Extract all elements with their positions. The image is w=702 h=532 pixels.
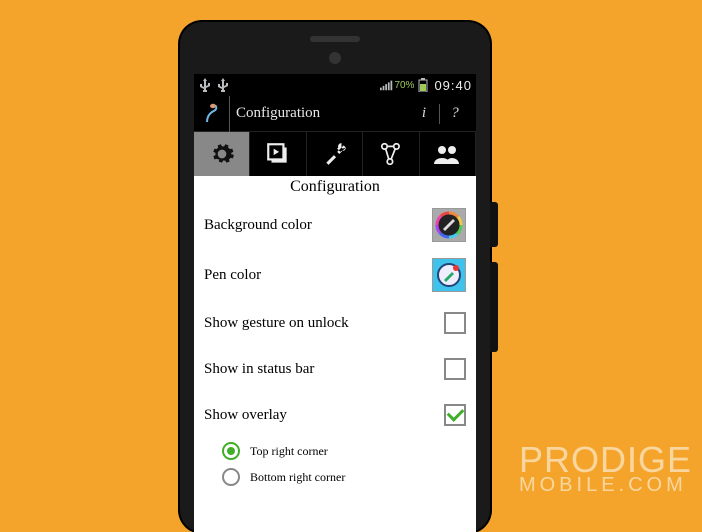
- nodes-icon: [378, 141, 404, 167]
- help-button[interactable]: ?: [446, 105, 464, 122]
- watermark-line2: MOBILE.COM: [519, 476, 692, 494]
- radio-top-right[interactable]: [222, 442, 240, 460]
- label-show-gesture: Show gesture on unlock: [204, 315, 444, 332]
- gear-icon: [209, 141, 235, 167]
- tab-graph[interactable]: [363, 132, 419, 176]
- label-show-statusbar: Show in status bar: [204, 361, 444, 378]
- tab-users[interactable]: [420, 132, 476, 176]
- row-show-overlay[interactable]: Show overlay: [194, 392, 476, 438]
- phone-speaker: [310, 36, 360, 42]
- radio-bottom-right[interactable]: [222, 468, 240, 486]
- label-bottom-right: Bottom right corner: [250, 470, 345, 485]
- checkbox-show-statusbar[interactable]: [444, 358, 466, 380]
- watermark: PRODIGE MOBILE.COM: [519, 444, 692, 494]
- phone-button: [490, 262, 498, 352]
- content-area: Configuration Background color: [194, 176, 476, 532]
- phone-button: [490, 202, 498, 247]
- page-title: Configuration: [236, 105, 409, 122]
- label-show-overlay: Show overlay: [204, 407, 444, 424]
- color-wheel-icon: [435, 211, 463, 239]
- usb-icon: [216, 78, 230, 92]
- people-icon: [433, 141, 461, 167]
- info-button[interactable]: i: [415, 105, 433, 122]
- radio-row-bottom-right[interactable]: Bottom right corner: [194, 464, 476, 490]
- radio-row-top-right[interactable]: Top right corner: [194, 438, 476, 464]
- tab-settings[interactable]: [194, 132, 250, 176]
- battery-percent: 70%: [394, 80, 414, 91]
- title-bar: Configuration i ?: [194, 96, 476, 132]
- checkbox-show-overlay[interactable]: [444, 404, 466, 426]
- label-background-color: Background color: [204, 217, 432, 234]
- clock: 09:40: [434, 78, 472, 93]
- row-background-color[interactable]: Background color: [194, 200, 476, 250]
- status-bar: 70% 09:40: [194, 74, 476, 96]
- label-pen-color: Pen color: [204, 267, 432, 284]
- app-icon[interactable]: [194, 96, 230, 132]
- pen-color-icon: [435, 261, 463, 289]
- tab-tools[interactable]: [307, 132, 363, 176]
- color-picker-pen[interactable]: [432, 258, 466, 292]
- section-title: Configuration: [194, 176, 476, 200]
- row-show-gesture[interactable]: Show gesture on unlock: [194, 300, 476, 346]
- phone-camera: [329, 52, 341, 64]
- signal-icon: [380, 78, 394, 92]
- color-picker-background[interactable]: [432, 208, 466, 242]
- tab-media[interactable]: [250, 132, 306, 176]
- label-top-right: Top right corner: [250, 444, 328, 459]
- play-stack-icon: [265, 141, 291, 167]
- screen: 70% 09:40 Configuration i ?: [194, 74, 476, 532]
- watermark-line1: PRODIGE: [519, 444, 692, 476]
- battery-icon: [416, 78, 430, 92]
- checkbox-show-gesture[interactable]: [444, 312, 466, 334]
- tools-icon: [322, 141, 348, 167]
- usb-icon: [198, 78, 212, 92]
- row-pen-color[interactable]: Pen color: [194, 250, 476, 300]
- row-show-statusbar[interactable]: Show in status bar: [194, 346, 476, 392]
- phone-frame: 70% 09:40 Configuration i ?: [180, 22, 490, 532]
- tab-bar: [194, 132, 476, 176]
